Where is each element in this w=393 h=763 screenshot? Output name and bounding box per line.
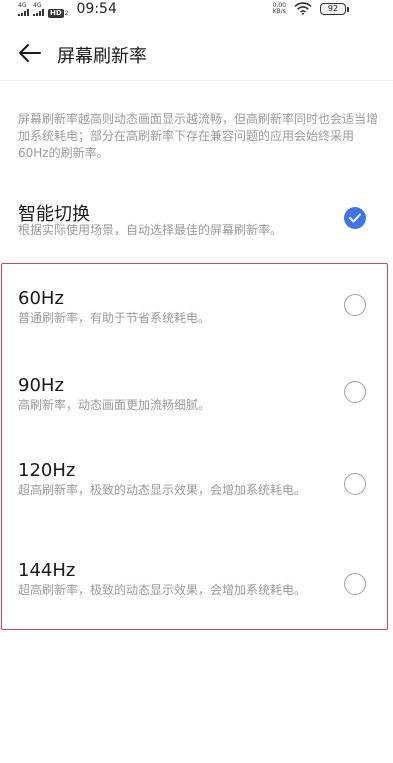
app-header: 屏幕刷新率 xyxy=(0,30,393,76)
option-subtitle: 根据实际使用场景，自动选择最佳的屏幕刷新率。 xyxy=(18,223,283,237)
hd-label: HD xyxy=(48,8,64,18)
hd-sub: 2 xyxy=(64,9,69,17)
battery-icon: 92 xyxy=(320,3,349,15)
option-smart-switch[interactable]: 智能切换 根据实际使用场景，自动选择最佳的屏幕刷新率。 xyxy=(0,196,393,246)
radio-unchecked-icon[interactable] xyxy=(344,294,366,316)
option-title: 120Hz xyxy=(18,460,76,481)
status-left: 4G 4G HD 2 09:54 xyxy=(18,0,117,18)
option-subtitle: 高刷新率，动态画面更加流畅细腻。 xyxy=(18,398,211,412)
option-subtitle: 普通刷新率，有助于节省系统耗电。 xyxy=(18,311,211,325)
sim1-signal-icon: 4G xyxy=(18,2,29,16)
wifi-icon xyxy=(294,0,312,19)
sim2-signal-icon: 4G xyxy=(33,2,44,16)
net-speed-unit: KB/s xyxy=(272,8,286,15)
page-title: 屏幕刷新率 xyxy=(57,46,147,67)
header-divider xyxy=(0,80,393,81)
radio-unchecked-icon[interactable] xyxy=(344,473,366,495)
description-text: 屏幕刷新率越高则动态画面显示越流畅，但高刷新率同时也会适当增加系统耗电；部分在高… xyxy=(18,112,379,160)
option-60hz[interactable]: 60Hz 普通刷新率，有助于节省系统耗电。 xyxy=(0,284,393,334)
radio-checked-icon[interactable] xyxy=(344,207,366,229)
radio-unchecked-icon[interactable] xyxy=(344,381,366,403)
clock: 09:54 xyxy=(76,1,117,17)
option-subtitle: 超高刷新率，极致的动态显示效果，会增加系统耗电。 xyxy=(18,483,307,497)
option-title: 144Hz xyxy=(18,560,76,581)
status-right: 0.00 KB/s 92 xyxy=(273,0,349,18)
option-title: 90Hz xyxy=(18,375,64,396)
back-button[interactable] xyxy=(18,43,42,63)
status-bar: 4G 4G HD 2 09:54 0.00 KB/s 92 xyxy=(0,0,393,20)
option-subtitle: 超高刷新率，极致的动态显示效果，会增加系统耗电。 xyxy=(18,583,307,597)
option-144hz[interactable]: 144Hz 超高刷新率，极致的动态显示效果，会增加系统耗电。 xyxy=(0,556,393,618)
battery-level: 92 xyxy=(320,3,346,15)
net-speed: 0.00 KB/s xyxy=(273,3,286,15)
option-title: 60Hz xyxy=(18,288,64,309)
option-90hz[interactable]: 90Hz 高刷新率，动态画面更加流畅细腻。 xyxy=(0,371,393,421)
radio-unchecked-icon[interactable] xyxy=(344,573,366,595)
option-120hz[interactable]: 120Hz 超高刷新率，极致的动态显示效果，会增加系统耗电。 xyxy=(0,456,393,518)
hd-icon: HD 2 xyxy=(48,0,69,19)
back-arrow-icon xyxy=(19,44,41,62)
